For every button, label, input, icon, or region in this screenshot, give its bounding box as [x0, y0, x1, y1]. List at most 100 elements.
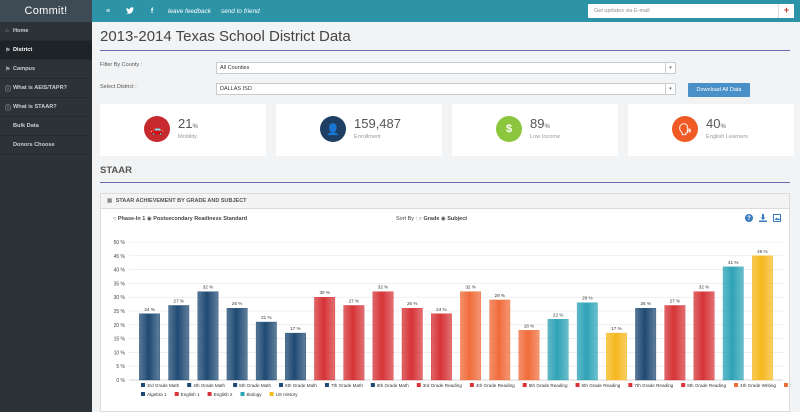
- car-icon: 🚗: [144, 116, 170, 142]
- subscribe-button[interactable]: +: [778, 4, 794, 18]
- stat-glyph: $: [505, 123, 513, 135]
- data-label: 24 %: [436, 307, 446, 312]
- stat-label: Mobility: [178, 134, 197, 140]
- stat-label: Enrollment: [354, 134, 381, 140]
- county-select[interactable]: All Counties ▾: [216, 62, 676, 74]
- panel-header: ▦ STAAR ACHIEVEMENT BY GRADE AND SUBJECT: [101, 194, 789, 209]
- y-tick-label: 10 %: [114, 350, 126, 356]
- sidebar-item-label: What is STAAR?: [13, 104, 57, 110]
- legend-swatch: [174, 392, 179, 396]
- bar: [547, 319, 569, 381]
- sidebar-item-donors-choose[interactable]: Donors Choose: [0, 136, 92, 155]
- data-label: 26 %: [640, 301, 650, 306]
- district-select-label: Select District :: [100, 84, 137, 90]
- legend-label: 8th Grade Reading: [687, 383, 726, 388]
- menu-icon[interactable]: ≡: [102, 8, 114, 15]
- email-input[interactable]: Get updates via E-mail: [588, 4, 778, 18]
- sort-subject-label: Subject: [447, 216, 468, 222]
- data-label: 22 %: [553, 312, 563, 317]
- send-to-friend-link[interactable]: send to friend: [221, 8, 260, 15]
- county-filter-label: Filter By County :: [100, 62, 143, 68]
- stat-value: 21%: [178, 116, 198, 131]
- panel-title: STAAR ACHIEVEMENT BY GRADE AND SUBJECT: [115, 198, 247, 204]
- legend-swatch: [681, 383, 686, 387]
- user-icon: 👤: [320, 116, 346, 142]
- bar: [226, 308, 248, 381]
- download-all-data-button[interactable]: Download All Data: [688, 83, 750, 97]
- legend-swatch: [628, 383, 633, 387]
- bar: [664, 305, 686, 381]
- county-select-value: All Counties: [220, 65, 250, 71]
- legend-label: 4th Grade Math: [193, 383, 225, 388]
- stat-label: Low Income: [530, 134, 561, 140]
- radio-sort-subject[interactable]: ◉: [441, 216, 446, 222]
- data-label: 27 %: [174, 298, 184, 303]
- radio-sort-grade[interactable]: ○: [419, 216, 422, 222]
- sidebar-item-label: District: [13, 47, 33, 53]
- export-image-icon[interactable]: [773, 214, 781, 222]
- panel-tools: ?: [745, 214, 781, 222]
- stat-card: 🚗 21% Mobility: [100, 104, 266, 156]
- legend-label: 4th Grade Writing: [740, 383, 776, 388]
- y-tick-label: 30 %: [114, 295, 126, 301]
- district-select[interactable]: DALLAS ISD ▾: [216, 83, 676, 95]
- sidebar-item-what-is-staar[interactable]: ⓘ What is STAAR?: [0, 98, 92, 117]
- app-brand[interactable]: Commit!: [0, 0, 92, 22]
- stat-glyph: 👤: [326, 123, 340, 136]
- legend-swatch: [240, 392, 245, 396]
- staar-panel: ▦ STAAR ACHIEVEMENT BY GRADE AND SUBJECT…: [100, 193, 791, 412]
- y-tick-label: 50 %: [114, 240, 126, 246]
- data-label: 17 %: [611, 326, 621, 331]
- svg-text:?: ?: [747, 216, 751, 222]
- bar: [139, 313, 161, 381]
- stat-card: 👤 159,487 Enrollment: [276, 104, 442, 156]
- radio-postsecondary[interactable]: ◉: [147, 216, 152, 222]
- legend-label: 7th Grade Writing: [790, 383, 791, 388]
- legend-swatch: [469, 383, 474, 387]
- sidebar-item-campus[interactable]: ⚑ Campus: [0, 60, 92, 79]
- sidebar-item-district[interactable]: ⚑ District: [0, 41, 92, 60]
- bar: [460, 291, 482, 381]
- top-bar: ≡ f leave feedback send to friend Get up…: [92, 0, 800, 22]
- legend-label: Algebra 1: [147, 392, 167, 397]
- twitter-icon[interactable]: [124, 6, 136, 16]
- radio-phase-in[interactable]: ○: [113, 216, 116, 222]
- bar: [693, 291, 715, 381]
- staar-bar-chart: 0 % 5 % 10 % 15 % 20 % 25 % 30 % 35 % 40 % 45 % 50…: [114, 240, 791, 397]
- legend-label: English 1: [181, 392, 200, 397]
- sidebar-item-home[interactable]: ⌂ Home: [0, 22, 92, 41]
- leave-feedback-link[interactable]: leave feedback: [168, 8, 211, 15]
- legend-swatch: [207, 392, 212, 396]
- legend-swatch: [324, 383, 329, 387]
- help-icon[interactable]: ?: [745, 214, 753, 222]
- legend-label: 3rd Grade Reading: [423, 383, 463, 388]
- staar-divider: [100, 182, 790, 183]
- bar: [372, 291, 394, 381]
- download-icon[interactable]: [759, 214, 767, 222]
- legend-label: 8th Grade Math: [377, 383, 409, 388]
- sort-options: Sort By : ○ Grade ◉ Subject: [396, 216, 467, 222]
- dollar-icon: $: [496, 116, 522, 142]
- info-icon: ⓘ: [5, 105, 12, 112]
- stat-number: 89: [530, 116, 545, 131]
- y-tick-label: 5 %: [116, 364, 125, 370]
- legend-label: 5th Grade Reading: [529, 383, 568, 388]
- sort-label: Sort By :: [396, 216, 418, 222]
- bar: [401, 308, 423, 381]
- facebook-icon[interactable]: f: [146, 8, 158, 15]
- sidebar-nav: ⌂ Home ⚑ District ⚑ Campus ⓘ What is AEIS/TAPR?…: [0, 22, 92, 155]
- sidebar-item-what-is-aeis-tapr[interactable]: ⓘ What is AEIS/TAPR?: [0, 79, 92, 98]
- data-label: 32 %: [465, 285, 475, 290]
- standard-options: ○ Phase-In 1 ◉ Postsecondary Readiness S…: [113, 216, 247, 222]
- stat-unit: %: [720, 124, 726, 130]
- data-label: 41 %: [728, 260, 738, 265]
- sidebar-item-bulk-data[interactable]: Bulk Data: [0, 117, 92, 136]
- data-label: 26 %: [407, 301, 417, 306]
- data-label: 29 %: [495, 293, 505, 298]
- bar: [751, 255, 773, 381]
- stat-value: 40%: [706, 116, 726, 131]
- legend-swatch: [187, 383, 192, 387]
- legend-label: 7th Grade Math: [331, 383, 363, 388]
- info-icon: ⓘ: [5, 86, 12, 93]
- bar: [197, 291, 219, 381]
